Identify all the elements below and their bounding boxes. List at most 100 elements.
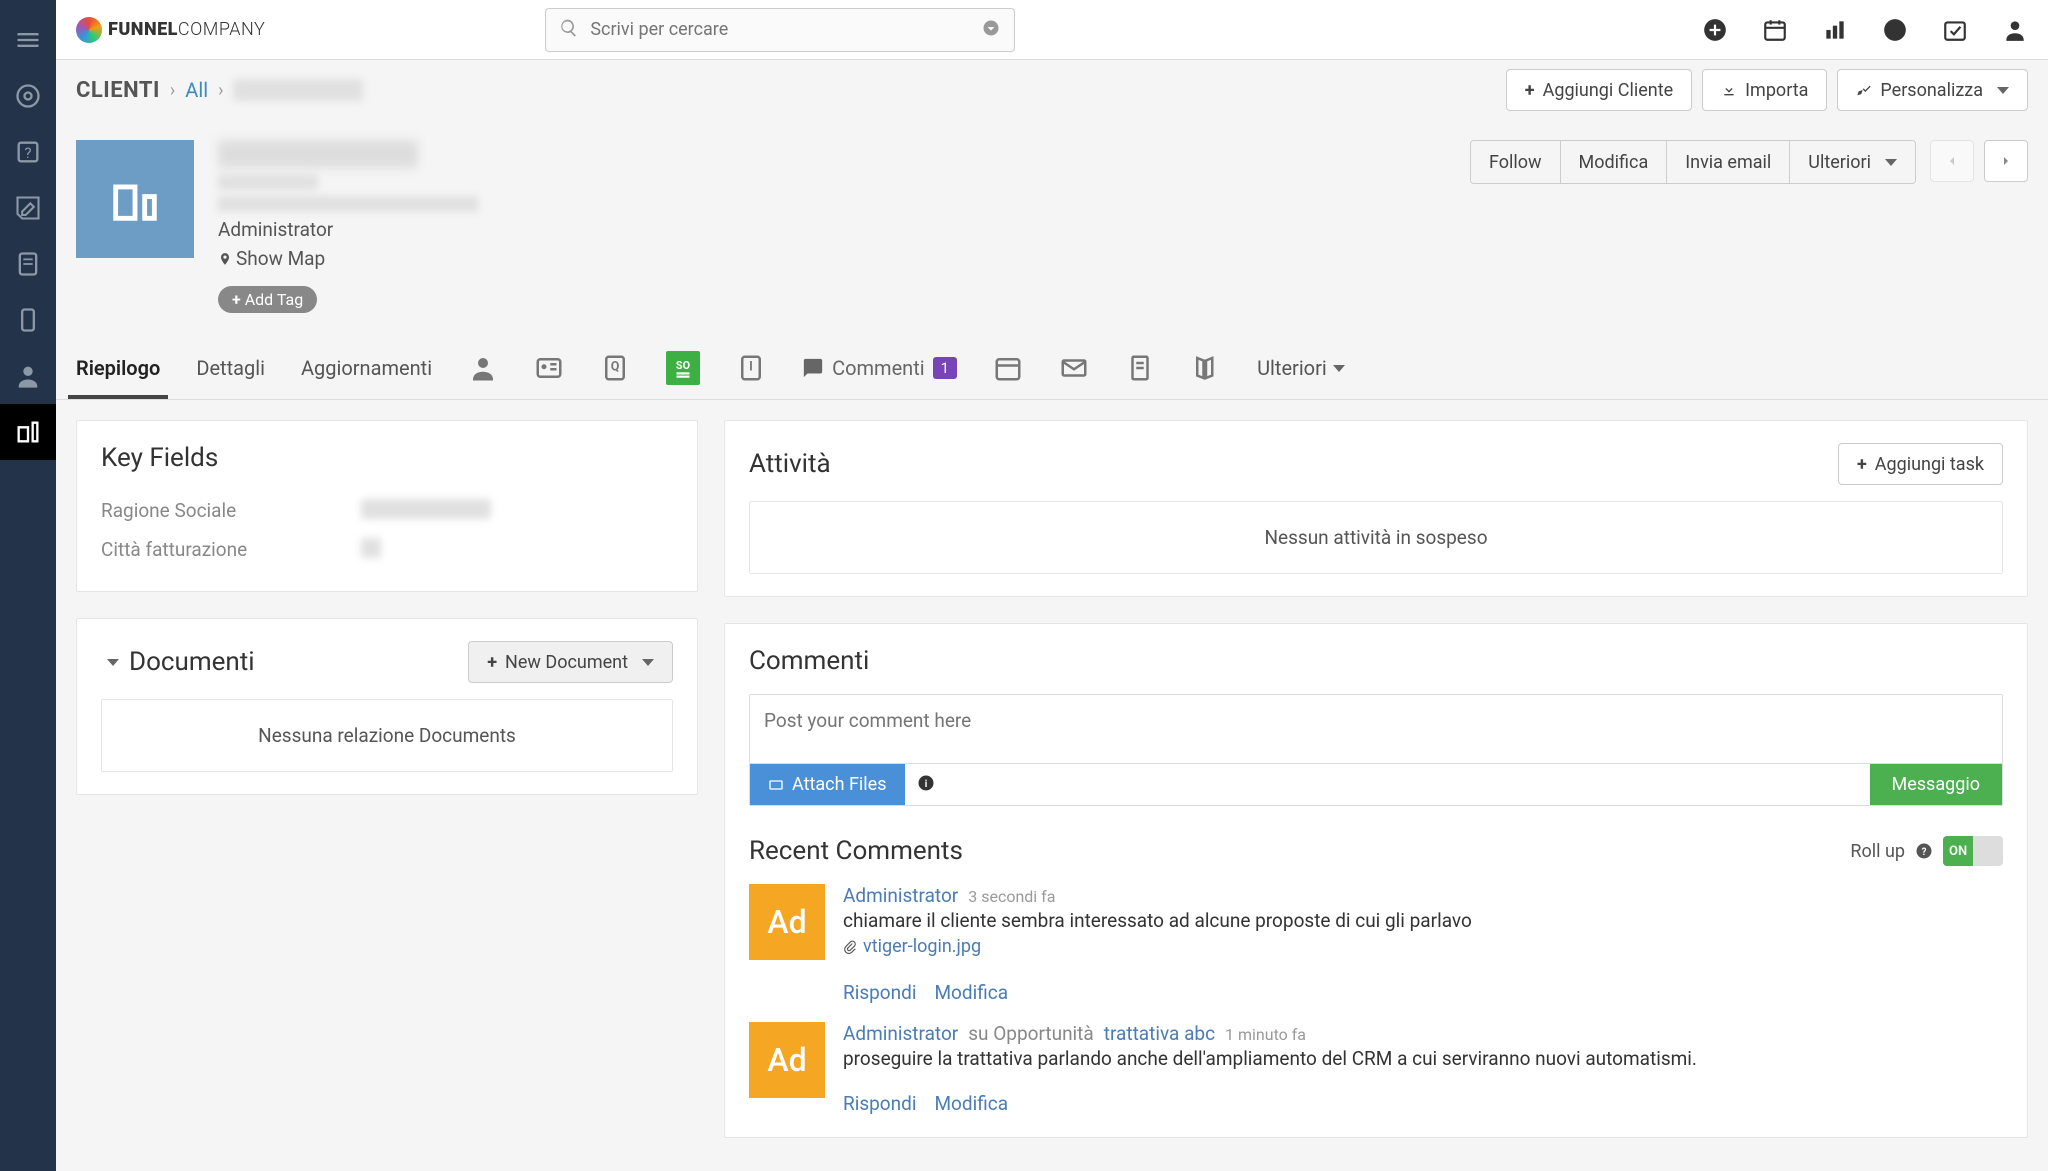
- comment-item: Ad Administrator su Opportunità trattati…: [749, 1022, 2003, 1115]
- nav-edit-icon[interactable]: [0, 180, 56, 236]
- nav-company-icon[interactable]: [0, 404, 56, 460]
- comment-time: 3 secondi fa: [968, 887, 1055, 906]
- documenti-title[interactable]: Documenti: [101, 647, 255, 677]
- breadcrumb-all[interactable]: All: [185, 78, 208, 102]
- svg-text:SO: SO: [676, 359, 691, 372]
- nav-phone-icon[interactable]: [0, 292, 56, 348]
- comment-author[interactable]: Administrator: [843, 1022, 958, 1045]
- next-record-button[interactable]: [1984, 140, 2028, 182]
- help-icon[interactable]: ?: [1915, 842, 1933, 860]
- reports-icon[interactable]: [1822, 17, 1848, 43]
- field-label-citta: Città fatturazione: [101, 538, 361, 561]
- search-icon: [559, 18, 579, 42]
- rollup-label: Roll up: [1850, 841, 1905, 862]
- field-value-citta: [361, 538, 381, 558]
- nav-support-icon[interactable]: [0, 68, 56, 124]
- tab-dettagli[interactable]: Dettagli: [196, 337, 265, 399]
- tab-calendar-icon[interactable]: [993, 337, 1023, 399]
- add-client-button[interactable]: +Aggiungi Cliente: [1506, 69, 1692, 111]
- tab-salesorder-icon[interactable]: SO: [666, 351, 700, 385]
- search-dropdown-icon[interactable]: [981, 18, 1001, 42]
- add-task-button[interactable]: +Aggiungi task: [1838, 443, 2003, 485]
- logo-icon: [76, 17, 102, 43]
- tab-email-icon[interactable]: [1059, 337, 1089, 399]
- edit-link[interactable]: Modifica: [934, 981, 1008, 1004]
- avatar: Ad: [749, 884, 825, 960]
- follow-button[interactable]: Follow: [1471, 141, 1561, 183]
- attivita-empty: Nessun attività in sospeso: [749, 501, 2003, 574]
- tab-quote-icon[interactable]: Q: [600, 337, 630, 399]
- breadcrumb-record: [233, 79, 363, 101]
- comment-input[interactable]: [750, 695, 2002, 759]
- tab-tickets-icon[interactable]: [1191, 337, 1221, 399]
- attach-files-button[interactable]: Attach Files: [750, 764, 905, 805]
- key-fields-card: Key Fields Ragione Sociale Città fattura…: [76, 420, 698, 592]
- new-document-button[interactable]: +New Document: [468, 641, 673, 683]
- tab-card-icon[interactable]: [534, 337, 564, 399]
- tab-ulteriori[interactable]: Ulteriori: [1257, 337, 1345, 399]
- more-button[interactable]: Ulteriori: [1790, 141, 1915, 183]
- add-icon[interactable]: [1702, 17, 1728, 43]
- nav-user-icon[interactable]: [0, 348, 56, 404]
- svg-text:Q: Q: [611, 360, 620, 375]
- record-type-icon: [76, 140, 194, 258]
- comment-attachment[interactable]: vtiger-login.jpg: [843, 936, 981, 957]
- info-icon[interactable]: i: [917, 774, 935, 796]
- record-header: Administrator Show Map +Add Tag Follow M…: [56, 120, 2048, 337]
- nav-help-icon[interactable]: ?: [0, 124, 56, 180]
- nav-calculator-icon[interactable]: [0, 236, 56, 292]
- comment-context: su Opportunità: [968, 1022, 1094, 1045]
- attivita-title: Attività: [749, 449, 831, 479]
- import-button[interactable]: Importa: [1702, 69, 1827, 111]
- tab-aggiornamenti[interactable]: Aggiornamenti: [301, 337, 432, 399]
- comment-text: proseguire la trattativa parlando anche …: [843, 1047, 2003, 1070]
- logo: FUNNELCOMPANY: [76, 17, 265, 43]
- comment-relation[interactable]: trattativa abc: [1104, 1022, 1215, 1045]
- comment-item: Ad Administrator 3 secondi fa chiamare i…: [749, 884, 2003, 1004]
- tab-riepilogo[interactable]: Riepilogo: [76, 337, 160, 399]
- record-owner-label: Administrator: [218, 218, 478, 241]
- field-value-ragione: [361, 499, 491, 519]
- tab-commenti[interactable]: Commenti 1: [802, 337, 957, 399]
- rollup-toggle[interactable]: ON: [1943, 836, 2003, 866]
- check-icon[interactable]: [1942, 17, 1968, 43]
- post-comment-button[interactable]: Messaggio: [1870, 764, 2003, 805]
- tab-contacts-icon[interactable]: [468, 337, 498, 399]
- menu-toggle[interactable]: [0, 12, 56, 68]
- prev-record-button: [1930, 140, 1974, 182]
- svg-text:i: i: [924, 778, 927, 789]
- topbar: FUNNELCOMPANY: [56, 0, 2048, 60]
- svg-text:?: ?: [24, 144, 31, 162]
- field-label-ragione: Ragione Sociale: [101, 499, 361, 522]
- profile-icon[interactable]: [2002, 17, 2028, 43]
- record-subtitle: [218, 174, 318, 190]
- add-tag-button[interactable]: +Add Tag: [218, 286, 317, 313]
- chevron-right-icon: ›: [170, 80, 175, 101]
- recent-comments-title: Recent Comments: [749, 836, 963, 866]
- search-input[interactable]: [545, 8, 1015, 52]
- tab-invoice-icon[interactable]: I: [736, 337, 766, 399]
- breadcrumb-row: CLIENTI › All › +Aggiungi Cliente Import…: [56, 60, 2048, 120]
- commenti-card: Commenti Attach Files i Messaggio Recent…: [724, 623, 2028, 1138]
- svg-text:I: I: [749, 360, 753, 375]
- customize-button[interactable]: Personalizza: [1837, 69, 2028, 111]
- calendar-icon[interactable]: [1762, 17, 1788, 43]
- chevron-right-icon: ›: [218, 80, 223, 101]
- side-nav: ?: [0, 0, 56, 1171]
- tab-document-icon[interactable]: [1125, 337, 1155, 399]
- edit-link[interactable]: Modifica: [934, 1092, 1008, 1115]
- reply-link[interactable]: Rispondi: [843, 1092, 916, 1115]
- key-fields-title: Key Fields: [101, 443, 673, 473]
- documenti-empty: Nessuna relazione Documents: [101, 699, 673, 772]
- comments-count-badge: 1: [933, 357, 957, 379]
- edit-button[interactable]: Modifica: [1561, 141, 1668, 183]
- pie-icon[interactable]: [1882, 17, 1908, 43]
- show-map-link[interactable]: Show Map: [218, 247, 478, 270]
- svg-text:?: ?: [1922, 847, 1927, 858]
- breadcrumb-module[interactable]: CLIENTI: [76, 78, 160, 103]
- send-email-button[interactable]: Invia email: [1667, 141, 1790, 183]
- comment-author[interactable]: Administrator: [843, 884, 958, 907]
- reply-link[interactable]: Rispondi: [843, 981, 916, 1004]
- avatar: Ad: [749, 1022, 825, 1098]
- documenti-card: Documenti +New Document Nessuna relazion…: [76, 618, 698, 795]
